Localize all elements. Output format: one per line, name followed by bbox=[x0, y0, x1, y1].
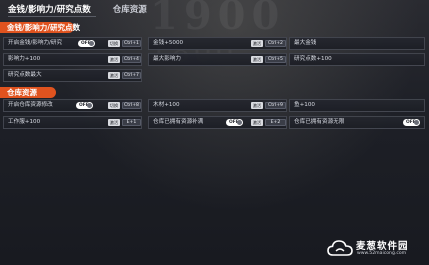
section-header-warehouse: 仓库资源 bbox=[0, 87, 56, 98]
option-label: 研究点数+100 bbox=[294, 56, 332, 62]
toggle-knob bbox=[237, 120, 242, 125]
option-label: 仓库已拥有资源补满 bbox=[153, 119, 204, 125]
infinite-warehouse-toggle[interactable]: OFF bbox=[403, 119, 420, 126]
option-label: 开启金钱/影响力/研究 bbox=[8, 40, 63, 46]
toggle-knob bbox=[87, 103, 92, 108]
option-cell-infinite-warehouse: 仓库已拥有资源无限 OFF bbox=[289, 116, 425, 129]
option-cell-enable-money: 开启金钱/影响力/研究 OFF 切换 Ctrl+1 bbox=[3, 37, 142, 50]
option-label: 工作服+100 bbox=[8, 119, 41, 125]
hotkey-ctrl-4[interactable]: Ctrl+4 bbox=[122, 56, 141, 63]
site-watermark: 麦葱软件园 www.52maicong.com bbox=[327, 234, 425, 262]
option-cell-max-money: 最大金钱 bbox=[289, 37, 425, 50]
tab-active-underline bbox=[8, 16, 96, 17]
option-label: 鱼+100 bbox=[294, 102, 315, 108]
option-label: 仓库已拥有资源无限 bbox=[294, 119, 345, 125]
hotkey-ctrl-7[interactable]: Ctrl+7 bbox=[122, 72, 141, 79]
cloud-logo-icon bbox=[327, 240, 353, 256]
option-cell-enable-warehouse: 开启仓库资源修改 OFF 切换 Ctrl+8 bbox=[3, 99, 142, 112]
activate-button[interactable]: 激活 bbox=[251, 119, 263, 126]
hotkey-e-1[interactable]: E+1 bbox=[122, 119, 141, 126]
activate-button[interactable]: 激活 bbox=[108, 119, 120, 126]
switch-button[interactable]: 切换 bbox=[108, 102, 120, 109]
tab-bar: 金钱/影响力/研究点数 仓库资源 bbox=[8, 3, 147, 17]
option-label: 最大金钱 bbox=[294, 40, 317, 46]
watermark-title: 麦葱软件园 bbox=[356, 241, 409, 252]
hotkey-ctrl-9[interactable]: Ctrl+9 bbox=[265, 102, 286, 109]
hotkey-ctrl-8[interactable]: Ctrl+8 bbox=[122, 102, 141, 109]
option-row: 开启仓库资源修改 OFF 切换 Ctrl+8 木材+100 激活 Ctrl+9 … bbox=[3, 99, 425, 112]
option-cell-influence-plus: 影响力+100 激活 Ctrl+4 bbox=[3, 53, 142, 66]
activate-button[interactable]: 激活 bbox=[251, 102, 263, 109]
option-row: 影响力+100 激活 Ctrl+4 最大影响力 激活 Ctrl+5 研究点数+1… bbox=[3, 53, 425, 66]
option-cell-money-plus: 金钱+5000 激活 Ctrl+2 bbox=[148, 37, 287, 50]
option-row: 工作服+100 激活 E+1 仓库已拥有资源补满 OFF 激活 E+2 仓库已拥… bbox=[3, 116, 425, 129]
watermark-url: www.52maicong.com bbox=[357, 251, 407, 256]
enable-warehouse-toggle[interactable]: OFF bbox=[76, 102, 93, 109]
option-label: 金钱+5000 bbox=[153, 40, 184, 46]
activate-button[interactable]: 激活 bbox=[251, 40, 263, 47]
option-cell-wood-plus: 木材+100 激活 Ctrl+9 bbox=[148, 99, 287, 112]
option-cell-research-plus: 研究点数+100 bbox=[289, 53, 425, 66]
switch-button[interactable]: 切换 bbox=[108, 40, 120, 47]
option-cell-max-research: 研究点数最大 激活 Ctrl+7 bbox=[3, 69, 142, 82]
fill-warehouse-toggle[interactable]: OFF bbox=[226, 119, 243, 126]
option-row: 研究点数最大 激活 Ctrl+7 bbox=[3, 69, 425, 82]
option-label: 木材+100 bbox=[153, 102, 180, 108]
tab-warehouse-resources[interactable]: 仓库资源 bbox=[113, 3, 147, 17]
option-row: 开启金钱/影响力/研究 OFF 切换 Ctrl+1 金钱+5000 激活 Ctr… bbox=[3, 37, 425, 50]
option-label: 研究点数最大 bbox=[8, 72, 42, 78]
trainer-window: 1900 1800 金钱/影响力/研究点数 仓库资源 金钱/影响力/研究点数 开… bbox=[0, 0, 429, 265]
activate-button[interactable]: 激活 bbox=[108, 72, 120, 79]
tab-money-influence-research[interactable]: 金钱/影响力/研究点数 bbox=[8, 3, 91, 17]
option-cell-max-influence: 最大影响力 激活 Ctrl+5 bbox=[148, 53, 287, 66]
hotkey-ctrl-2[interactable]: Ctrl+2 bbox=[265, 40, 286, 47]
hotkey-ctrl-1[interactable]: Ctrl+1 bbox=[122, 40, 141, 47]
background-artwork-text: 1900 bbox=[150, 0, 286, 39]
hotkey-ctrl-5[interactable]: Ctrl+5 bbox=[265, 56, 286, 63]
option-cell-fish-plus: 鱼+100 bbox=[289, 99, 425, 112]
option-cell-fill-warehouse: 仓库已拥有资源补满 OFF 激活 E+2 bbox=[148, 116, 287, 129]
enable-money-toggle[interactable]: OFF bbox=[78, 40, 95, 47]
option-label: 影响力+100 bbox=[8, 56, 41, 62]
toggle-knob bbox=[414, 120, 419, 125]
activate-button[interactable]: 激活 bbox=[251, 56, 263, 63]
option-label: 最大影响力 bbox=[153, 56, 181, 62]
toggle-knob bbox=[89, 41, 94, 46]
option-cell-workwear-plus: 工作服+100 激活 E+1 bbox=[3, 116, 142, 129]
activate-button[interactable]: 激活 bbox=[108, 56, 120, 63]
hotkey-e-2[interactable]: E+2 bbox=[265, 119, 286, 126]
section-header-money: 金钱/影响力/研究点数 bbox=[0, 22, 80, 33]
option-label: 开启仓库资源修改 bbox=[8, 102, 53, 108]
